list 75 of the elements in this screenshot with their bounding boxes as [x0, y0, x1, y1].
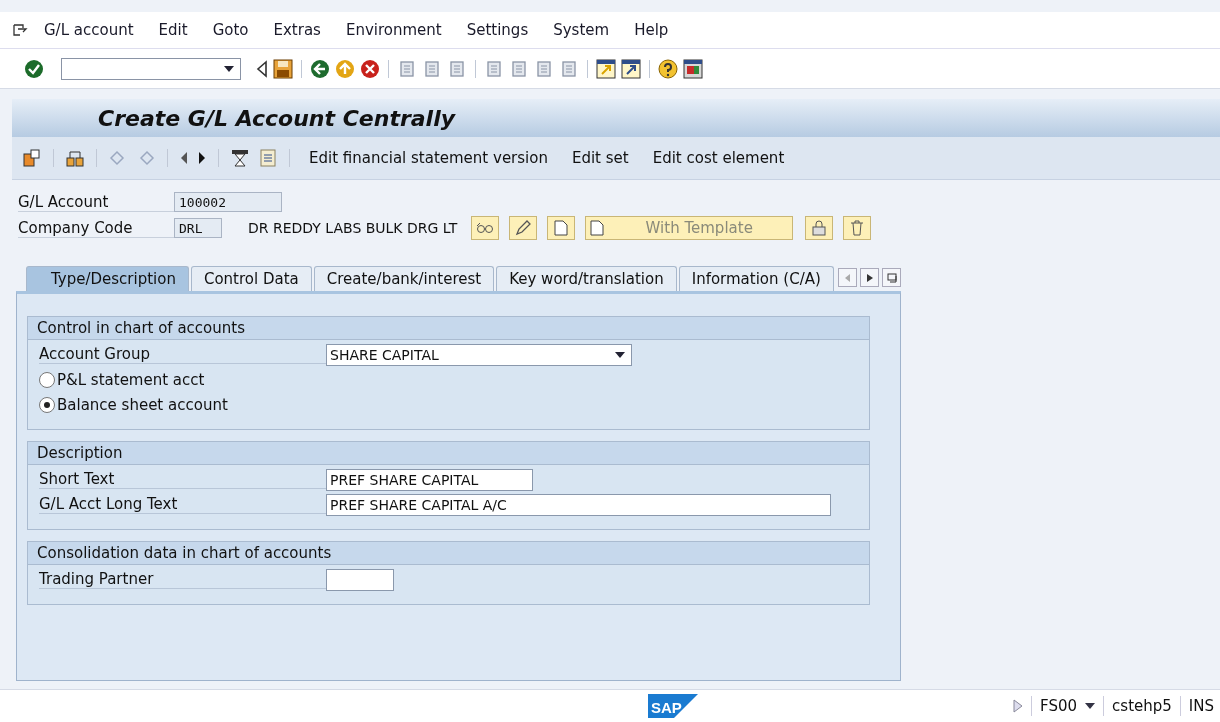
shortcut-icon[interactable]: [621, 58, 641, 79]
caret-icon: [615, 351, 625, 358]
menu-item[interactable]: Settings: [466, 21, 529, 39]
menu-item[interactable]: Extras: [273, 21, 321, 39]
left-arrow-icon: [844, 273, 851, 282]
company-code-field[interactable]: DRL: [174, 218, 222, 238]
menu-item[interactable]: System: [553, 21, 610, 39]
save-icon[interactable]: [273, 58, 293, 79]
field-label: G/L Acct Long Text: [39, 495, 326, 514]
tab-list-button[interactable]: [882, 268, 901, 287]
input-field[interactable]: [326, 568, 394, 591]
insert-mode: INS: [1188, 697, 1214, 715]
toolbar-button[interactable]: Edit cost element: [644, 149, 793, 167]
hourglass-icon[interactable]: [230, 148, 250, 168]
account-field[interactable]: 100002: [174, 192, 282, 212]
nav-back-icon[interactable]: [310, 58, 330, 79]
new-session-icon[interactable]: [596, 58, 616, 79]
caret-icon[interactable]: [1085, 703, 1096, 709]
back-icon[interactable]: [256, 59, 268, 78]
menu-item[interactable]: Edit: [158, 21, 188, 39]
transaction-code[interactable]: FS00: [1040, 697, 1078, 715]
create-button[interactable]: [547, 216, 576, 240]
tab[interactable]: Type/Description: [26, 266, 189, 291]
lock-button[interactable]: [805, 216, 834, 240]
play-icon[interactable]: [1013, 699, 1024, 713]
server-name: cstehp5: [1112, 697, 1172, 715]
right-arrow-icon: [866, 273, 873, 282]
delete-button[interactable]: [843, 216, 872, 240]
radio-label: Balance sheet account: [57, 395, 228, 414]
field-label: Trading Partner: [39, 570, 326, 589]
layout-icon[interactable]: [683, 58, 703, 79]
next-icon[interactable]: [197, 150, 207, 166]
screen-title: Create G/L Account Centrally: [98, 105, 456, 131]
caret-icon: [224, 65, 234, 72]
menu-item[interactable]: Help: [634, 21, 669, 39]
group-title: Description: [28, 442, 869, 465]
trash-icon: [850, 220, 865, 236]
toolbar-button[interactable]: Edit set: [563, 149, 637, 167]
group-title: Control in chart of accounts: [28, 317, 869, 340]
hierarchy-icon[interactable]: [22, 148, 42, 168]
tab[interactable]: Control Data: [190, 266, 312, 291]
structure-icon[interactable]: [65, 148, 85, 168]
dropdown-field[interactable]: SHARE CAPITAL: [326, 343, 632, 366]
page-icon: [590, 220, 605, 236]
radio-button[interactable]: [39, 371, 55, 388]
radio-button[interactable]: [39, 396, 55, 413]
help-icon[interactable]: [658, 58, 678, 79]
input-field[interactable]: PREF SHARE CAPITAL: [326, 468, 533, 491]
tab[interactable]: Information (C/A): [678, 266, 834, 291]
glasses-icon: [476, 222, 495, 234]
tab[interactable]: Key word/translation: [496, 266, 677, 291]
menu-icon[interactable]: [12, 22, 28, 38]
page-icon: [554, 220, 569, 236]
input-field[interactable]: PREF SHARE CAPITAL A/C: [326, 493, 831, 516]
group-title: Consolidation data in chart of accounts: [28, 542, 869, 565]
radio-label: P&L statement acct: [57, 370, 205, 389]
enter-icon[interactable]: [24, 58, 44, 79]
windows-icon: [886, 272, 897, 283]
company-name: DR REDDY LABS BULK DRG LT: [248, 220, 458, 236]
display-button[interactable]: [471, 216, 500, 240]
previous-icon[interactable]: [179, 150, 189, 166]
toolbar-button[interactable]: Edit financial statement version: [301, 149, 556, 167]
field-label: Short Text: [39, 470, 326, 489]
edit-button[interactable]: [509, 216, 538, 240]
lock-icon: [812, 220, 827, 236]
field-label: Account Group: [39, 345, 326, 364]
tab[interactable]: Create/bank/interest: [313, 266, 495, 291]
menu-item[interactable]: G/L account: [44, 21, 134, 39]
scroll-right-button[interactable]: [860, 268, 879, 287]
pencil-icon: [515, 220, 532, 236]
menu-item[interactable]: Environment: [345, 21, 442, 39]
command-field[interactable]: [61, 57, 241, 80]
sap-logo: SAP: [648, 694, 698, 718]
menu-item[interactable]: Goto: [212, 21, 249, 39]
cancel-icon[interactable]: [360, 58, 380, 79]
